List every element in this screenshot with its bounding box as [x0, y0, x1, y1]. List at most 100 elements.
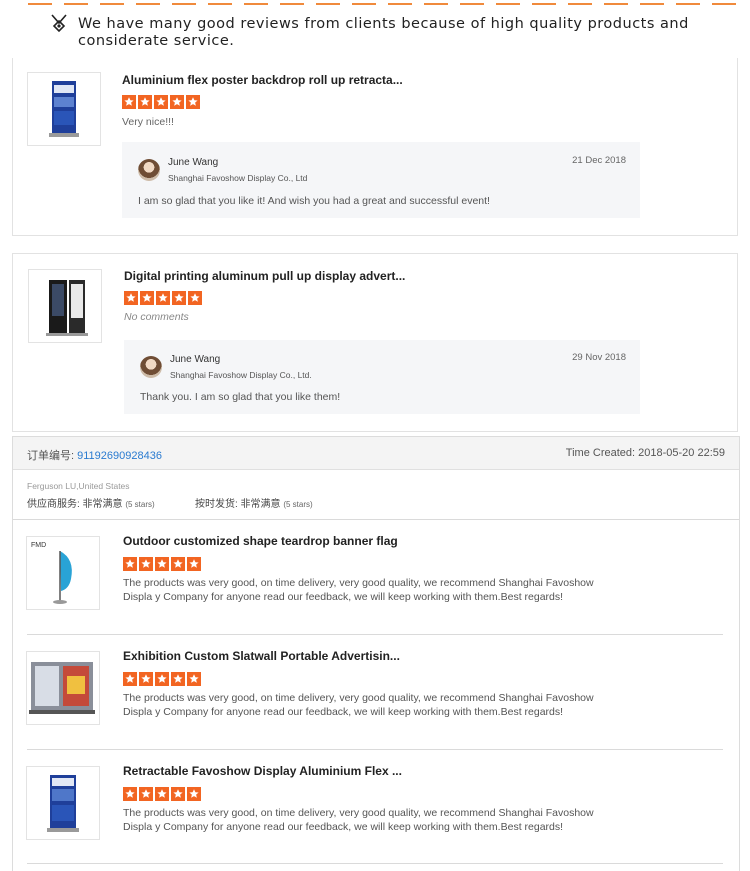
on-time-delivery-rating: 按时发货: 非常满意 (5 stars) — [195, 495, 313, 510]
dash-segment — [568, 3, 592, 5]
star-icon — [138, 95, 152, 109]
rating-stars — [124, 291, 204, 305]
star-icon — [187, 787, 201, 801]
dashed-border — [0, 0, 750, 8]
dash-segment — [604, 3, 628, 5]
dash-segment — [64, 3, 88, 5]
star-icon — [155, 557, 169, 571]
order-number-row: 订单编号: 91192690928436 — [27, 447, 162, 463]
star-icon — [122, 95, 136, 109]
divider — [27, 749, 723, 750]
dash-segment — [100, 3, 124, 5]
dash-segment — [244, 3, 268, 5]
item-title-link[interactable]: Retractable Favoshow Display Aluminium F… — [123, 764, 402, 778]
product-title-link[interactable]: Aluminium flex poster backdrop roll up r… — [122, 73, 403, 87]
order-number-link[interactable]: 91192690928436 — [77, 450, 162, 462]
retractable-banner-image — [47, 775, 79, 832]
reply-company: Shanghai Favoshow Display Co., Ltd — [168, 173, 308, 183]
dash-segment — [388, 3, 412, 5]
medal-icon — [51, 14, 67, 33]
star-icon — [123, 672, 137, 686]
star-icon — [124, 291, 138, 305]
star-icon — [187, 672, 201, 686]
dash-segment — [172, 3, 196, 5]
divider — [13, 519, 739, 520]
star-icon — [123, 557, 137, 571]
divider — [27, 863, 723, 864]
product-thumbnail[interactable] — [27, 72, 101, 146]
dash-segment — [640, 3, 664, 5]
product-thumbnail[interactable] — [26, 651, 100, 725]
star-icon — [123, 787, 137, 801]
star-icon — [170, 95, 184, 109]
rating-stars — [122, 95, 202, 109]
rating-stars — [123, 557, 203, 571]
review-card: Digital printing aluminum pull up displa… — [12, 253, 738, 432]
star-icon — [155, 672, 169, 686]
reply-date: 21 Dec 2018 — [572, 155, 626, 166]
review-comment: No comments — [124, 311, 189, 323]
reply-company: Shanghai Favoshow Display Co., Ltd. — [170, 370, 312, 380]
star-icon — [155, 787, 169, 801]
header-text: We have many good reviews from clients b… — [78, 16, 689, 49]
item-title-link[interactable]: Exhibition Custom Slatwall Portable Adve… — [123, 649, 400, 663]
reply-text: I am so glad that you like it! And wish … — [138, 195, 490, 207]
supplier-service-rating: 供应商服务: 非常满意 (5 stars) — [27, 495, 155, 510]
seller-reply: June Wang Shanghai Favoshow Display Co.,… — [124, 340, 640, 414]
review-card: Aluminium flex poster backdrop roll up r… — [12, 58, 738, 236]
order-number-label: 订单编号: — [27, 450, 75, 462]
product-title-link[interactable]: Digital printing aluminum pull up displa… — [124, 269, 405, 283]
reply-name: June Wang — [168, 157, 219, 168]
dash-segment — [316, 3, 340, 5]
dash-segment — [460, 3, 484, 5]
order-panel: 订单编号: 91192690928436 Time Created: 2018-… — [12, 436, 740, 871]
on-time-delivery-stars: (5 stars) — [283, 500, 313, 509]
star-icon — [139, 787, 153, 801]
product-thumbnail[interactable] — [28, 269, 102, 343]
supplier-service-stars: (5 stars) — [125, 500, 155, 509]
star-icon — [186, 95, 200, 109]
item-title-link[interactable]: Outdoor customized shape teardrop banner… — [123, 534, 398, 548]
item-review-text: The products was very good, on time deli… — [123, 807, 594, 833]
star-icon — [188, 291, 202, 305]
product-thumbnail[interactable]: FMD — [26, 536, 100, 610]
slatwall-display-image — [29, 662, 95, 714]
star-icon — [171, 787, 185, 801]
item-review-text: The products was very good, on time deli… — [123, 577, 594, 603]
rating-stars — [123, 672, 203, 686]
reply-name: June Wang — [170, 354, 221, 365]
dash-segment — [352, 3, 376, 5]
dash-segment — [712, 3, 736, 5]
avatar — [138, 159, 160, 181]
star-icon — [140, 291, 154, 305]
reply-date: 29 Nov 2018 — [572, 352, 626, 363]
supplier-service-label: 供应商服务: 非常满意 — [27, 499, 123, 510]
star-icon — [171, 557, 185, 571]
review-comment: Very nice!!! — [122, 116, 174, 128]
pullup-display-image — [46, 280, 88, 336]
star-icon — [139, 557, 153, 571]
dash-segment — [280, 3, 304, 5]
item-review-text: The products was very good, on time deli… — [123, 692, 594, 718]
teardrop-flag-image: FMD — [31, 542, 72, 604]
svg-text:FMD: FMD — [31, 542, 46, 549]
seller-reply: June Wang Shanghai Favoshow Display Co.,… — [122, 142, 640, 218]
buyer-name: Ferguson LU,United States — [27, 481, 130, 491]
order-time-created: Time Created: 2018-05-20 22:59 — [565, 447, 725, 459]
rating-stars — [123, 787, 203, 801]
star-icon — [154, 95, 168, 109]
dash-segment — [28, 3, 52, 5]
dash-segment — [496, 3, 520, 5]
star-icon — [172, 291, 186, 305]
dash-segment — [676, 3, 700, 5]
dash-segment — [424, 3, 448, 5]
order-header: 订单编号: 91192690928436 Time Created: 2018-… — [13, 437, 739, 470]
dash-segment — [208, 3, 232, 5]
product-thumbnail[interactable] — [26, 766, 100, 840]
star-icon — [156, 291, 170, 305]
rollup-banner-image — [49, 81, 79, 137]
avatar — [140, 356, 162, 378]
star-icon — [187, 557, 201, 571]
reply-text: Thank you. I am so glad that you like th… — [140, 391, 341, 403]
dash-segment — [136, 3, 160, 5]
